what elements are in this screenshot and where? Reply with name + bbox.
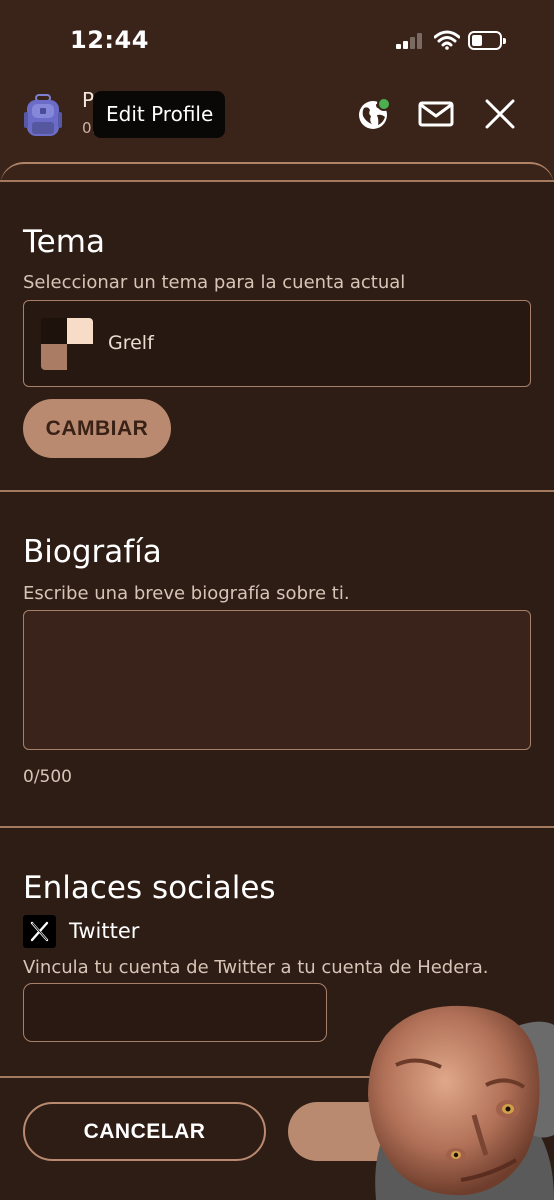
- x-twitter-icon: [23, 915, 56, 948]
- globe-icon[interactable]: [356, 96, 392, 132]
- backpack-avatar-icon[interactable]: [24, 94, 62, 138]
- bio-title: Biografía: [23, 534, 162, 570]
- close-icon[interactable]: [482, 96, 518, 132]
- edit-profile-tooltip: Edit Profile: [93, 91, 226, 138]
- twitter-label: Twitter: [69, 919, 140, 943]
- change-theme-button[interactable]: CAMBIAR: [23, 399, 171, 458]
- theme-swatch-icon: [41, 318, 93, 370]
- status-bar: 12:44: [0, 0, 554, 80]
- social-description: Vincula tu cuenta de Twitter a tu cuenta…: [23, 957, 489, 978]
- selected-theme-name: Grelf: [108, 332, 154, 354]
- theme-selector[interactable]: Grelf: [23, 300, 531, 387]
- bio-section: Biografía Escribe una breve biografía so…: [0, 492, 554, 826]
- twitter-input[interactable]: [23, 983, 327, 1042]
- bio-description: Escribe una breve biografía sobre ti.: [23, 583, 350, 604]
- bio-char-counter: 0/500: [23, 767, 72, 787]
- status-time: 12:44: [70, 26, 149, 54]
- cellular-signal-icon: [396, 33, 424, 49]
- social-title: Enlaces sociales: [23, 870, 276, 906]
- character-mascot-image: [368, 1005, 554, 1200]
- theme-title: Tema: [23, 224, 105, 260]
- cancel-button[interactable]: CANCELAR: [23, 1102, 266, 1161]
- theme-section: Tema Seleccionar un tema para la cuenta …: [0, 182, 554, 490]
- mail-icon[interactable]: [418, 96, 454, 132]
- app-header: P 0. Edit Profile: [0, 80, 554, 160]
- battery-icon: [468, 31, 506, 50]
- bio-textarea[interactable]: [23, 610, 531, 750]
- theme-description: Seleccionar un tema para la cuenta actua…: [23, 272, 406, 293]
- wifi-icon: [434, 30, 460, 50]
